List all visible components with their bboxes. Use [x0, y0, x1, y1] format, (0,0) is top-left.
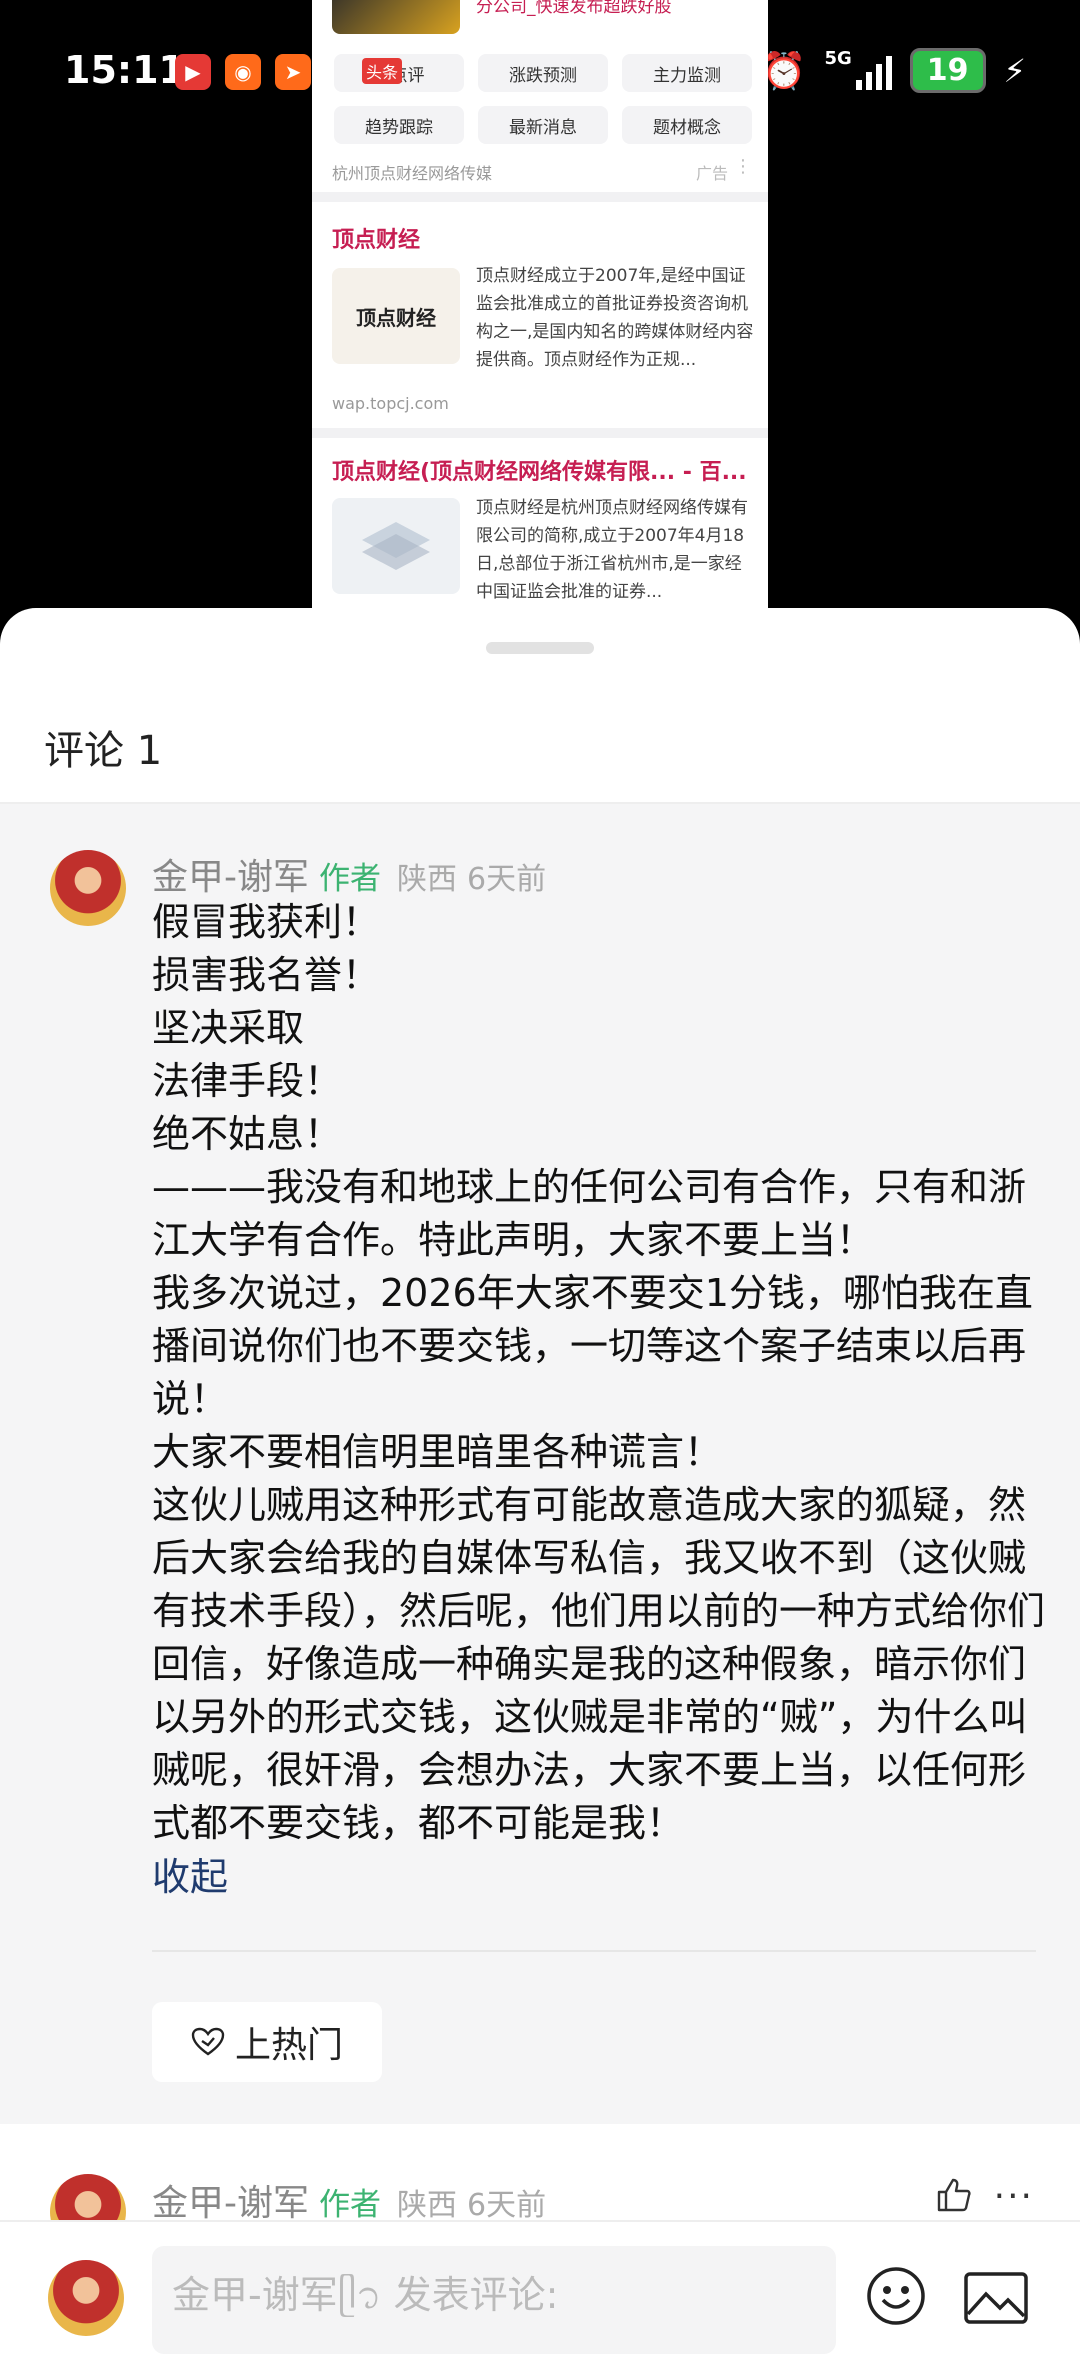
thumbnail-text: 顶点财经 — [356, 305, 436, 330]
drag-handle[interactable] — [486, 642, 594, 654]
ad-tag[interactable]: 涨跌预测 — [478, 54, 608, 92]
comment-body: 假冒我获利！ 损害我名誉！ 坚决采取 法律手段！ 绝不姑息！ ———我没有和地球… — [152, 896, 1052, 1850]
comment-time: 6天前 — [467, 2188, 547, 2223]
more-options-icon[interactable]: ··· — [994, 2176, 1034, 2217]
video-app-icon: ▶ — [175, 54, 211, 90]
alarm-icon: ⏰ — [761, 50, 807, 92]
comment-input-bar: 金甲-谢军ᥫ᭡ 发表评论: — [0, 2220, 1080, 2374]
comments-title: 评论 1 — [44, 728, 163, 774]
ad-tag[interactable]: 主力监测 — [622, 54, 752, 92]
result-title[interactable]: 顶点财经 — [332, 222, 420, 254]
kuaishou-icon: ◉ — [225, 54, 261, 90]
result-separator — [312, 428, 768, 438]
comment-line: ———我没有和地球上的任何公司有合作，只有和浙江大学有合作。特此声明，大家不要上… — [152, 1165, 1027, 1262]
author-badge: 作者 — [319, 861, 381, 897]
comment-input-placeholder: 金甲-谢军ᥫ᭡ 发表评论: — [172, 2273, 559, 2317]
signal-icon — [855, 52, 892, 90]
ad-more-icon: ⋮ — [734, 156, 752, 177]
result-title[interactable]: 顶点财经(顶点财经网络传媒有限... - 百... — [332, 454, 747, 486]
top-snippet: 分公司_快速发布超跌好股 — [476, 0, 672, 17]
image-icon[interactable] — [964, 2272, 1028, 2324]
comment-location: 陕西 — [397, 2188, 457, 2223]
toutiao-badge: 头条 — [362, 58, 403, 84]
boost-button-label: 上热门 — [234, 2025, 343, 2066]
comment-line: 这伙儿贼用这种形式有可能故意造成大家的狐疑，然后大家会给我的自媒体写私信，我又收… — [152, 1483, 1046, 1845]
ad-tag[interactable]: 最新消息 — [478, 106, 608, 144]
status-time: 15:11 — [64, 48, 185, 92]
comment-line: 大家不要相信明里暗里各种谎言！ — [152, 1430, 723, 1474]
comment-location: 陕西 — [397, 862, 457, 897]
divider — [152, 1950, 1036, 1952]
ad-tag[interactable]: 趋势跟踪 — [334, 106, 464, 144]
video-frame[interactable]: 分公司_快速发布超跌好股 顶点评 涨跌预测 主力监测 趋势跟踪 最新消息 题材概… — [312, 0, 768, 620]
ad-tag[interactable]: 题材概念 — [622, 106, 752, 144]
emoji-icon[interactable] — [866, 2266, 926, 2326]
collapse-link[interactable]: 收起 — [152, 1846, 228, 1901]
comment-line: 假冒我获利！ — [152, 900, 381, 944]
comment-line: 我多次说过，2026年大家不要交1分钱，哪怕我在直播间说你们也不要交钱，一切等这… — [152, 1271, 1033, 1421]
ad-source: 杭州顶点财经网络传媒 — [332, 164, 493, 183]
result-thumbnail: 顶点财经 — [332, 268, 460, 364]
result-separator — [312, 192, 768, 202]
paper-plane-icon: ➤ — [275, 54, 311, 90]
author-badge: 作者 — [319, 2187, 381, 2223]
ad-label: 广告 — [695, 164, 728, 183]
heart-icon — [191, 2027, 225, 2056]
chart-thumbnail-icon — [362, 522, 430, 570]
comment-time: 6天前 — [467, 862, 547, 897]
battery-indicator: 19 — [909, 48, 986, 93]
avatar[interactable] — [50, 850, 126, 926]
author-name[interactable]: 金甲-谢军 — [152, 2174, 309, 2226]
avatar — [48, 2260, 124, 2336]
like-icon[interactable] — [936, 2178, 972, 2221]
top-banner — [332, 0, 460, 34]
comment-input[interactable]: 金甲-谢军ᥫ᭡ 发表评论: — [152, 2246, 836, 2354]
status-right: ⏰ 5G 19 ⚡ — [762, 48, 1026, 93]
comment-line: 法律手段！ — [152, 1059, 343, 1103]
comment-header: 金甲-谢军 作者 陕西 6天前 — [152, 848, 546, 900]
author-name[interactable]: 金甲-谢军 — [152, 848, 309, 900]
comment-header: 金甲-谢军 作者 陕西 6天前 — [152, 2174, 546, 2226]
result-description: 顶点财经是杭州顶点财经网络传媒有限公司的简称,成立于2007年4月18日,总部位… — [476, 498, 748, 602]
comment-line: 绝不姑息！ — [152, 1112, 343, 1156]
comment-sheet: 评论 1 金甲-谢军 作者 陕西 6天前 假冒我获利！ 损害我名誉！ 坚决采取 … — [0, 608, 1080, 2372]
result-description: 顶点财经成立于2007年,是经中国证监会批准成立的首批证券投资咨询机构之一,是国… — [476, 266, 754, 370]
charging-icon: ⚡ — [1003, 51, 1026, 90]
result-thumbnail — [332, 498, 460, 594]
comment-line: 坚决采取 — [152, 1006, 305, 1050]
boost-button[interactable]: 上热门 — [152, 2002, 382, 2082]
comment-line: 损害我名誉！ — [152, 953, 381, 997]
network-label: 5G — [824, 48, 852, 69]
result-url[interactable]: wap.topcj.com — [332, 394, 449, 413]
